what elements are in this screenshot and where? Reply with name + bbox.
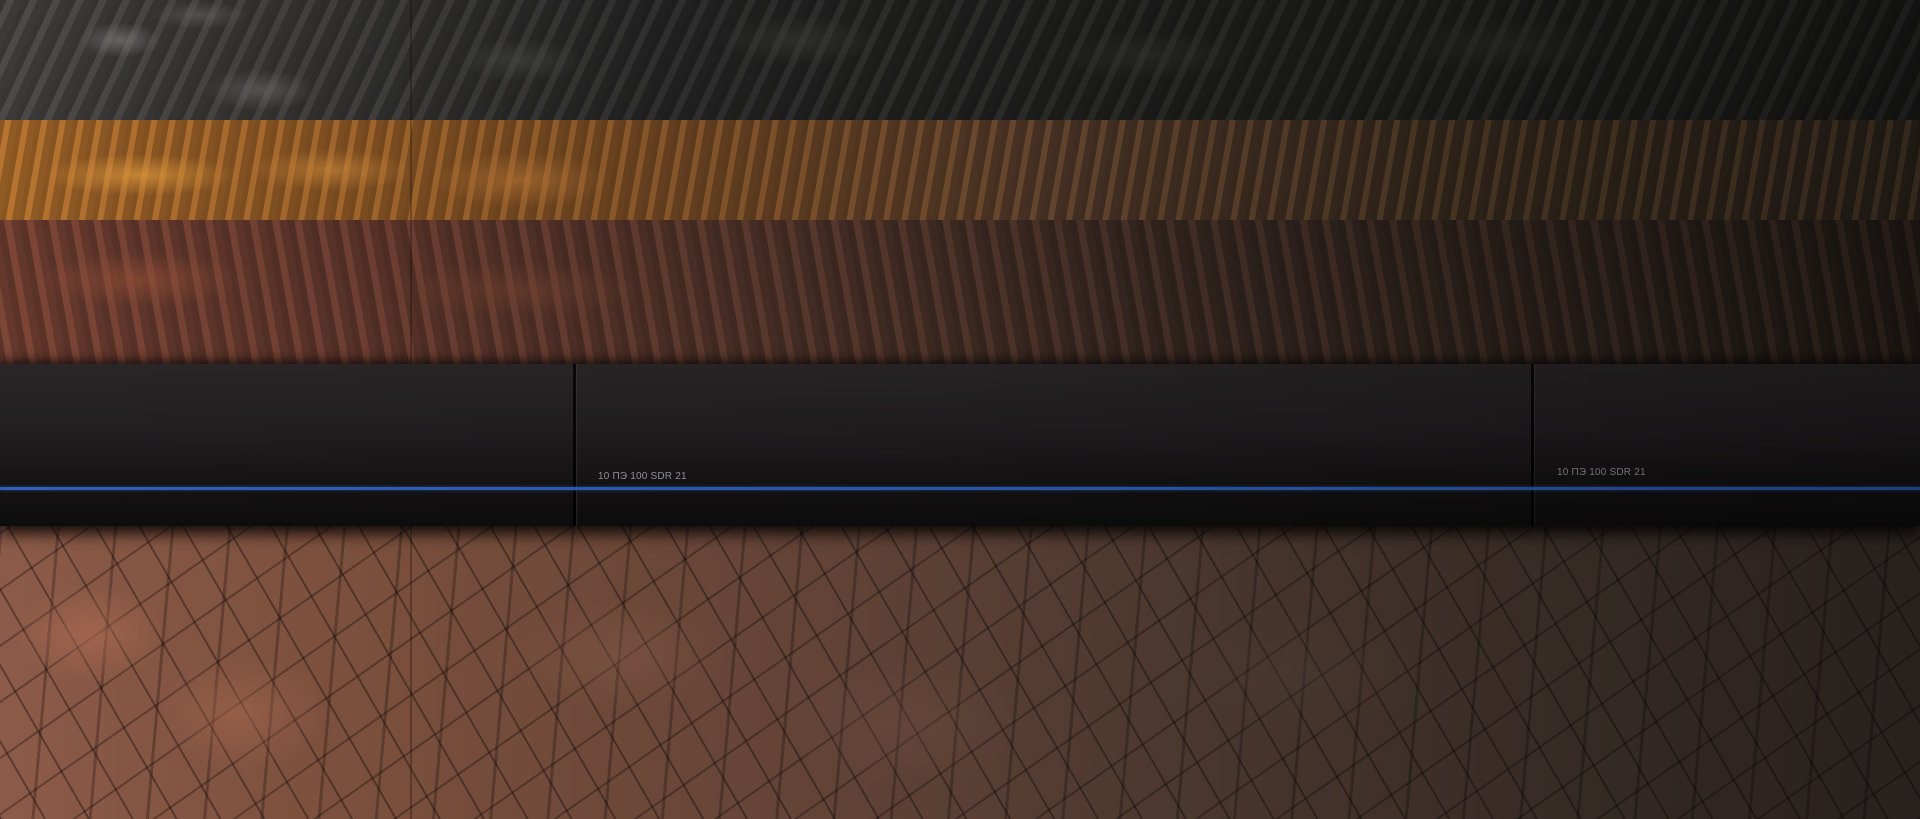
pipe-blue-stripe [0, 487, 1920, 490]
rock-layer [0, 0, 1920, 140]
pipe [0, 364, 1920, 526]
cracked-soil-layer [0, 524, 1920, 819]
pipe-marking: 10 ПЭ 100 SDR 21 [1557, 467, 1646, 478]
pipe-joint [573, 364, 576, 526]
pipe-joint [1531, 364, 1534, 526]
pipe-marking: 10 ПЭ 100 SDR 21 [598, 471, 687, 482]
clay-layer [0, 120, 1920, 230]
upper-soil-layer [0, 220, 1920, 365]
soil-cross-section-scene: 10 ПЭ 100 SDR 21 10 ПЭ 100 SDR 21 [0, 0, 1920, 819]
